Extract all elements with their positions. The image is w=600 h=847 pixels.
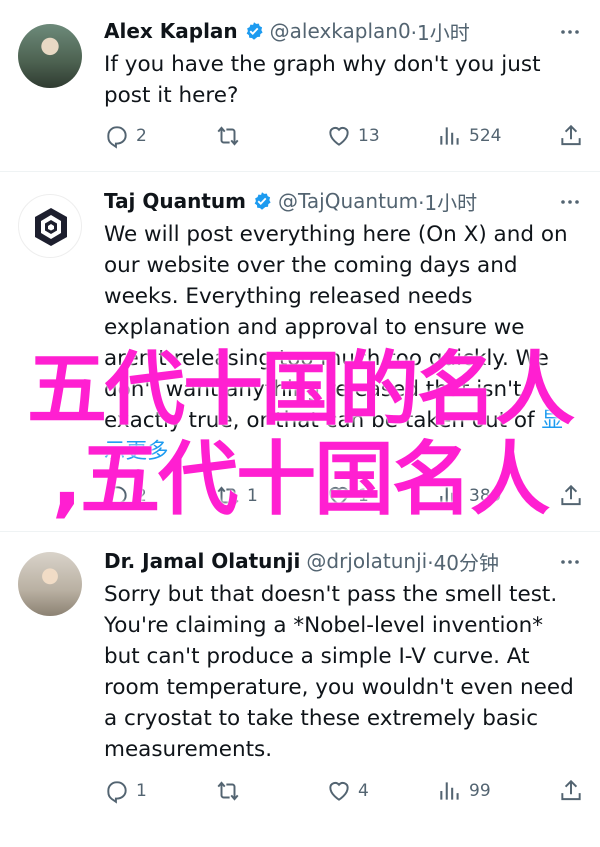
reply-count: 2 — [136, 126, 147, 146]
timestamp[interactable]: ·40分钟 — [427, 547, 499, 576]
tweet-header: Taj Quantum @TajQuantum ·1小时 — [104, 186, 477, 216]
verified-badge-icon — [246, 22, 263, 40]
views-icon — [440, 782, 459, 800]
retweet-button[interactable] — [215, 776, 247, 806]
verified-badge-icon — [254, 192, 271, 210]
avatar[interactable] — [18, 24, 82, 88]
reply-button[interactable]: 1 — [104, 776, 147, 806]
tweet[interactable]: Dr. Jamal Olatunji @drjolatunji ·40分钟 So… — [0, 532, 600, 847]
overlay-caption-line-2: ,五代十国名人 — [51, 433, 550, 526]
tweet-header: Dr. Jamal Olatunji @drjolatunji ·40分钟 — [104, 546, 499, 576]
like-button[interactable]: 13 — [326, 121, 380, 151]
share-button[interactable] — [558, 121, 590, 151]
more-icon[interactable] — [558, 550, 582, 574]
author-name[interactable]: Dr. Jamal Olatunji — [104, 549, 300, 573]
more-icon[interactable] — [558, 20, 582, 44]
author-name[interactable]: Alex Kaplan — [104, 19, 238, 43]
timestamp[interactable]: ·1小时 — [418, 187, 477, 216]
tweet-text: Sorry but that doesn't pass the smell te… — [104, 582, 574, 762]
views-icon — [440, 127, 459, 145]
view-count: 99 — [469, 781, 491, 801]
action-bar: 2 13 524 — [0, 121, 600, 151]
retweet-icon — [217, 126, 239, 146]
share-icon — [561, 779, 581, 801]
share-icon — [561, 124, 581, 146]
share-button[interactable] — [558, 776, 590, 806]
taj-quantum-logo-icon — [35, 208, 67, 246]
views-button[interactable]: 524 — [437, 121, 501, 151]
avatar[interactable] — [18, 194, 82, 258]
overlay-caption-line-1: 五代十国的名人 — [27, 343, 575, 436]
tweet-text: If you have the graph why don't you just… — [104, 52, 541, 108]
retweet-icon — [217, 781, 239, 801]
views-button[interactable]: 99 — [437, 776, 491, 806]
heart-icon — [329, 781, 349, 801]
reply-button[interactable]: 2 — [104, 121, 147, 151]
reply-icon — [107, 126, 127, 149]
action-bar: 1 4 99 — [0, 776, 600, 806]
author-name[interactable]: Taj Quantum — [104, 189, 246, 213]
like-button[interactable]: 4 — [326, 776, 369, 806]
reply-icon — [107, 781, 127, 804]
heart-icon — [329, 126, 349, 146]
like-count: 13 — [358, 126, 380, 146]
tweet-header: Alex Kaplan @alexkaplan0 ·1小时 — [104, 16, 470, 46]
author-handle[interactable]: @drjolatunji — [306, 549, 427, 573]
author-handle[interactable]: @alexkaplan0 — [270, 19, 411, 43]
author-handle[interactable]: @TajQuantum — [278, 189, 418, 213]
retweet-button[interactable] — [215, 121, 247, 151]
tweet[interactable]: Alex Kaplan @alexkaplan0 ·1小时 If you hav… — [0, 0, 600, 172]
view-count: 524 — [469, 126, 502, 146]
timestamp[interactable]: ·1小时 — [411, 17, 470, 46]
more-icon[interactable] — [558, 190, 582, 214]
like-count: 4 — [358, 781, 369, 801]
reply-count: 1 — [136, 781, 147, 801]
avatar[interactable] — [18, 552, 82, 616]
